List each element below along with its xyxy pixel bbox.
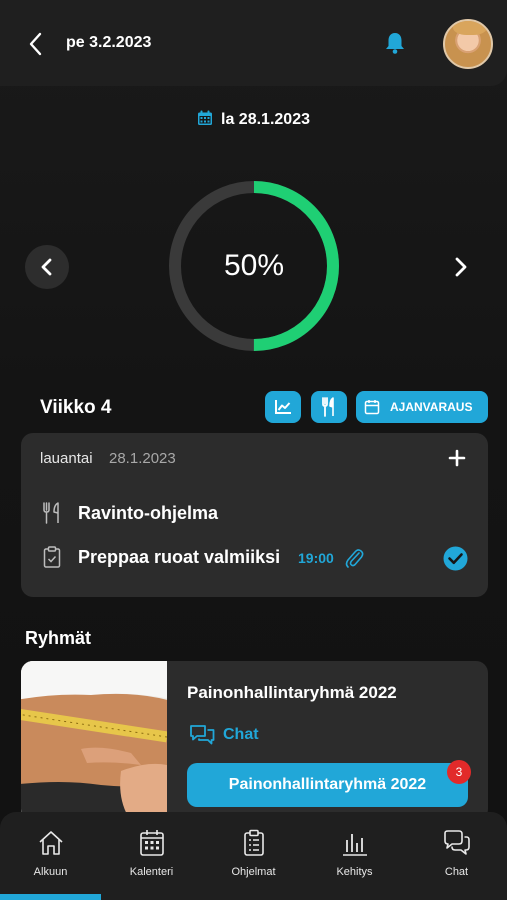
task-done-checkbox[interactable]	[443, 546, 468, 571]
next-day-button[interactable]	[448, 253, 474, 281]
day-card: lauantai 28.1.2023 Ravinto-ohjelma Prepp…	[21, 433, 488, 597]
unread-badge: 3	[447, 760, 471, 784]
chat-bubbles-icon	[444, 830, 470, 855]
calendar-icon	[198, 110, 213, 125]
top-bar: pe 3.2.2023	[0, 0, 507, 86]
bar-chart-icon	[343, 834, 367, 856]
tab-chat-label: Chat	[444, 866, 469, 878]
tab-calendar[interactable]: Kalenteri	[101, 812, 202, 900]
group-name: Painonhallintaryhmä 2022	[187, 683, 397, 702]
tab-home-label: Alkuun	[33, 866, 68, 878]
group-image	[21, 661, 167, 821]
home-icon	[39, 831, 63, 855]
tab-chat[interactable]: Chat	[406, 812, 507, 900]
chart-icon	[275, 400, 291, 414]
cutlery-icon	[322, 397, 334, 417]
task-time: 19:00	[298, 550, 334, 566]
tab-calendar-label: Kalenteri	[129, 866, 174, 878]
tab-programs-label: Ohjelmat	[231, 866, 276, 878]
progress-percent: 50%	[223, 249, 285, 282]
tab-progress-label: Kehitys	[336, 866, 373, 878]
chat-bubbles-icon	[190, 725, 215, 745]
avatar[interactable]	[443, 19, 493, 69]
plus-icon	[448, 449, 466, 467]
nutrition-program-label[interactable]: Ravinto-ohjelma	[78, 503, 218, 524]
selected-date: la 28.1.2023	[0, 110, 507, 129]
clipboard-icon	[244, 829, 264, 856]
back-button[interactable]	[24, 30, 48, 58]
progress-ring: 50%	[168, 180, 340, 352]
selected-date-label: la 28.1.2023	[221, 111, 310, 128]
chart-button[interactable]	[265, 391, 301, 423]
booking-label: AJANVARAUS	[390, 400, 473, 414]
group-card[interactable]: Painonhallintaryhmä 2022 Chat Painonhall…	[21, 661, 488, 821]
task-label[interactable]: Preppaa ruoat valmiiksi	[78, 547, 280, 568]
day-weekday: lauantai	[40, 450, 93, 467]
booking-button[interactable]: AJANVARAUS	[356, 391, 488, 423]
group-open-button[interactable]: Painonhallintaryhmä 2022	[187, 763, 468, 807]
clipboard-check-icon	[43, 546, 61, 568]
group-chat-link[interactable]: Chat	[189, 723, 259, 747]
day-date: 28.1.2023	[109, 450, 176, 467]
active-tab-indicator	[0, 894, 101, 900]
tab-home[interactable]: Alkuun	[0, 812, 101, 900]
add-item-button[interactable]	[446, 447, 468, 469]
check-circle-icon	[443, 546, 468, 571]
week-title: Viikko 4	[40, 397, 112, 418]
header-date: pe 3.2.2023	[66, 34, 152, 51]
calendar-icon	[364, 400, 380, 415]
chevron-right-icon	[455, 257, 467, 277]
chevron-left-icon	[41, 258, 52, 276]
chevron-left-icon	[29, 32, 42, 56]
paperclip-icon[interactable]	[344, 547, 364, 569]
tab-programs[interactable]: Ohjelmat	[203, 812, 304, 900]
bottom-tab-bar: Alkuun Kalenteri Ohjelmat Kehitys Chat	[0, 812, 507, 900]
tab-progress[interactable]: Kehitys	[304, 812, 405, 900]
group-chat-label: Chat	[223, 726, 259, 743]
nutrition-button[interactable]	[311, 391, 347, 423]
notifications-button[interactable]	[382, 30, 408, 56]
previous-day-button[interactable]	[25, 245, 69, 289]
bell-icon	[386, 33, 404, 54]
cutlery-icon	[43, 502, 59, 524]
calendar-icon	[140, 830, 164, 856]
groups-title: Ryhmät	[25, 628, 92, 648]
